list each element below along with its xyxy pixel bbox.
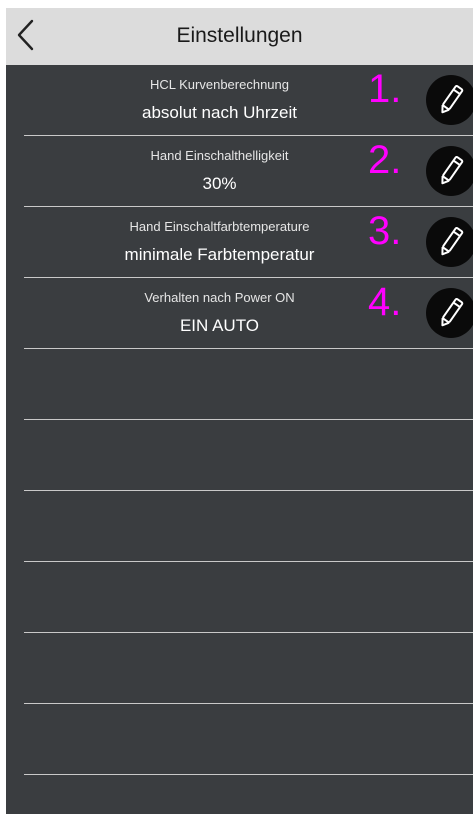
edit-button[interactable]: [426, 75, 473, 125]
setting-row-power-on[interactable]: Verhalten nach Power ON EIN AUTO 4.: [6, 278, 473, 349]
row-divider: [24, 774, 473, 775]
navigation-bar: Einstellungen: [6, 8, 473, 65]
empty-row: [6, 420, 473, 491]
settings-screen: Einstellungen HCL Kurvenberechnung absol…: [6, 8, 473, 814]
annotation-number: 1.: [368, 67, 402, 111]
setting-row-brightness[interactable]: Hand Einschalthelligkeit 30% 2.: [6, 136, 473, 207]
annotation-number: 3.: [368, 209, 402, 253]
empty-row: [6, 704, 473, 775]
settings-list: HCL Kurvenberechnung absolut nach Uhrzei…: [6, 65, 473, 775]
setting-row-color-temperature[interactable]: Hand Einschaltfarbtemperature minimale F…: [6, 207, 473, 278]
pencil-icon: [441, 227, 464, 256]
edit-button[interactable]: [426, 217, 473, 267]
pencil-icon: [441, 298, 464, 327]
edit-button[interactable]: [426, 288, 473, 338]
edit-button[interactable]: [426, 146, 473, 196]
page-title: Einstellungen: [176, 24, 303, 47]
empty-row: [6, 349, 473, 420]
empty-row: [6, 491, 473, 562]
empty-row: [6, 562, 473, 633]
pencil-icon: [441, 156, 464, 185]
setting-row-hcl[interactable]: HCL Kurvenberechnung absolut nach Uhrzei…: [6, 65, 473, 136]
annotation-number: 2.: [368, 138, 402, 182]
empty-row: [6, 633, 473, 704]
annotation-number: 4.: [368, 280, 402, 324]
pencil-icon: [441, 85, 464, 114]
